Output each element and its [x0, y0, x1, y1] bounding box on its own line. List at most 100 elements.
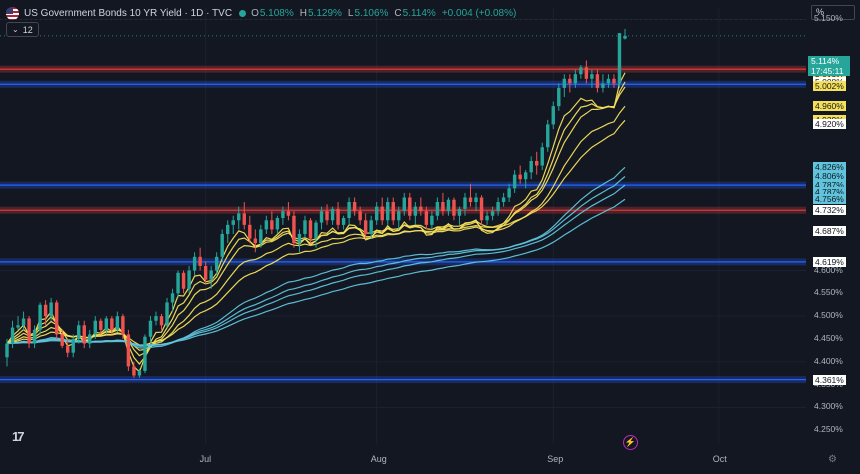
candle-body [579, 67, 583, 75]
candle-body [601, 83, 605, 88]
price-tag: 4.756% [813, 194, 846, 205]
candle-body [38, 304, 42, 330]
open-label: O [251, 7, 259, 19]
candle-body [248, 224, 252, 239]
candle-body [529, 160, 533, 173]
candle-body [397, 211, 401, 221]
symbol-legend[interactable]: US Government Bonds 10 YR Yield · 1D · T… [6, 5, 516, 21]
candle-body [419, 206, 423, 212]
candle-body [590, 74, 594, 79]
candle-body [391, 202, 395, 221]
tradingview-logo-icon[interactable]: 17 [12, 429, 25, 444]
candle-body [341, 218, 346, 225]
high-value: 5.129% [308, 7, 342, 19]
gear-icon[interactable]: ⚙ [828, 454, 837, 465]
low-label: L [347, 7, 354, 19]
candle-body [380, 206, 384, 221]
candle-body [386, 202, 390, 221]
candle-body [181, 272, 186, 289]
candle-body [21, 318, 26, 326]
candle-body [369, 220, 373, 234]
price-tick-label: 4.550% [814, 287, 843, 298]
candle-body [408, 197, 412, 216]
candle-body [573, 74, 578, 84]
candle-body [402, 197, 406, 212]
candle-body [446, 199, 451, 212]
candle-body [121, 316, 125, 335]
candle-body [192, 256, 197, 271]
candle-body [126, 334, 131, 367]
candle-body [435, 202, 440, 216]
candle-body [551, 106, 555, 125]
candle-body [99, 320, 103, 330]
candle-body [32, 329, 37, 344]
price-chart[interactable] [0, 0, 860, 469]
candle-body [154, 316, 158, 321]
candle-body [562, 78, 567, 88]
candle-body [623, 35, 627, 39]
candle-body [595, 74, 600, 88]
candle-body [540, 147, 544, 166]
candle-body [170, 293, 175, 303]
candle-body [60, 334, 64, 346]
close-value: 5.114% [402, 7, 436, 19]
candle-body [568, 78, 572, 84]
price-tick-label: 4.450% [814, 332, 843, 343]
candle-body [319, 211, 324, 223]
candle-body [110, 318, 114, 330]
candle-body [485, 215, 489, 221]
candle-body [286, 211, 291, 216]
candle-body [253, 238, 258, 244]
candle-body [303, 220, 307, 234]
date-tick-label: Oct [712, 454, 727, 464]
candle-body [231, 220, 235, 225]
candle-body [159, 316, 164, 326]
symbol-title[interactable]: US Government Bonds 10 YR Yield · 1D · T… [24, 8, 232, 19]
candle-body [496, 202, 500, 212]
candle-body [330, 208, 335, 221]
candle-body [77, 325, 81, 339]
chart-area[interactable] [0, 0, 860, 469]
lightning-icon[interactable]: ⚡ [623, 435, 638, 450]
low-value: 5.106% [354, 7, 389, 19]
current-price: 5.114% [811, 56, 840, 66]
candle-body [452, 199, 456, 216]
candle-body [413, 206, 418, 216]
chevron-down-icon: ⌄ [12, 25, 19, 34]
candle-body [468, 197, 473, 203]
candle-body [507, 188, 511, 198]
price-tag: 4.732% [813, 205, 846, 216]
candle-body [297, 233, 302, 244]
candle-body [137, 370, 142, 376]
candle-body [187, 270, 191, 289]
price-tag: 5.002% [813, 81, 846, 92]
price-tag: 4.687% [813, 225, 846, 236]
candle-body [617, 33, 622, 84]
candle-body [308, 220, 313, 239]
candle-body [347, 202, 351, 219]
candle-body [5, 343, 9, 358]
date-tick-label: Jul [199, 454, 212, 464]
us-flag-icon [6, 6, 19, 20]
indicators-count: 12 [22, 24, 33, 35]
candle-body [430, 215, 434, 225]
candle-body [584, 67, 589, 79]
high-label: H [299, 7, 307, 19]
candle-body [336, 208, 340, 225]
candle-body [606, 78, 611, 84]
candle-body [463, 197, 467, 209]
candle-body [264, 220, 269, 230]
candle-body [281, 211, 285, 219]
candle-body [275, 218, 280, 230]
candle-body [54, 302, 59, 335]
price-tick-label: 4.250% [814, 424, 843, 435]
candle-body [325, 211, 329, 221]
indicators-toggle-button[interactable]: ⌄ 12 [6, 22, 39, 37]
candle-body [27, 318, 31, 344]
candle-body [457, 208, 462, 216]
candle-body [214, 256, 219, 271]
candle-body [474, 197, 478, 203]
candle-body [441, 202, 445, 212]
candle-body [352, 202, 357, 212]
candle-body [148, 320, 153, 337]
